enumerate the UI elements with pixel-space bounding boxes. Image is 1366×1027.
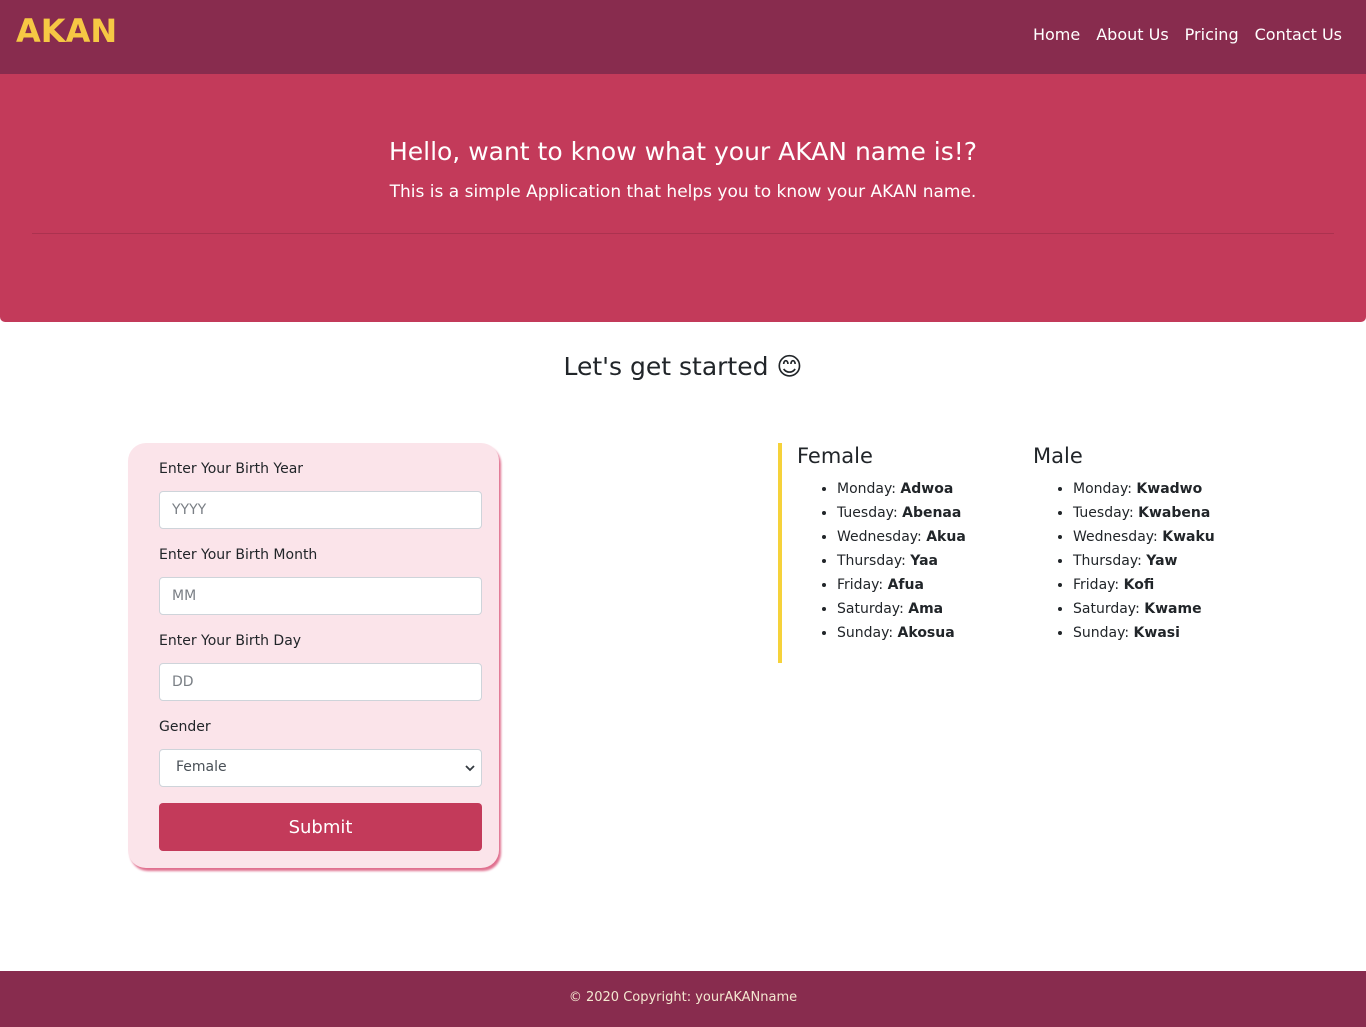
akan-name: Yaw [1146,553,1178,569]
akan-name: Afua [887,577,924,593]
gender-selected-value: Female [176,759,227,775]
list-item: Friday: Afua [837,573,966,597]
day-label: Saturday: [837,601,904,617]
akan-name: Kwabena [1138,505,1211,521]
day-label: Saturday: [1073,601,1140,617]
birth-year-input[interactable] [159,491,482,529]
birth-month-label: Enter Your Birth Month [159,547,318,563]
nav-link-contact-us[interactable]: Contact Us [1255,25,1342,44]
akan-name: Kwaku [1162,529,1215,545]
gender-select[interactable]: Female [159,749,482,787]
day-label: Monday: [837,481,896,497]
list-item: Monday: Adwoa [837,477,966,501]
list-item: Tuesday: Abenaa [837,501,966,525]
list-item: Thursday: Yaa [837,549,966,573]
female-heading: Female [797,444,873,468]
birth-day-input[interactable] [159,663,482,701]
day-label: Monday: [1073,481,1132,497]
list-item: Sunday: Kwasi [1073,621,1215,645]
akan-name: Yaa [910,553,938,569]
hero-divider [32,233,1334,234]
birth-month-input[interactable] [159,577,482,615]
list-item: Saturday: Kwame [1073,597,1215,621]
akan-name: Adwoa [900,481,954,497]
hero-banner: Hello, want to know what your AKAN name … [0,74,1366,322]
list-item: Monday: Kwadwo [1073,477,1215,501]
section-title: Let's get started 😊 [563,352,803,381]
footer: © 2020 Copyright: yourAKANname [0,971,1366,1027]
submit-button[interactable]: Submit [159,803,482,851]
nav-link-home[interactable]: Home [1033,25,1080,44]
akan-name: Abenaa [902,505,962,521]
akan-name: Kofi [1123,577,1155,593]
day-label: Wednesday: [1073,529,1158,545]
gender-label: Gender [159,719,211,735]
list-item: Saturday: Ama [837,597,966,621]
day-label: Tuesday: [837,505,898,521]
akan-name: Ama [908,601,944,617]
nav-links: Home About Us Pricing Contact Us [1033,25,1342,44]
akan-name: Akua [926,529,966,545]
day-label: Thursday: [837,553,906,569]
list-item: Thursday: Yaw [1073,549,1215,573]
male-heading: Male [1033,444,1083,468]
list-item: Friday: Kofi [1073,573,1215,597]
male-names-column: Male Monday: Kwadwo Tuesday: Kwabena Wed… [1033,443,1215,645]
list-item: Wednesday: Akua [837,525,966,549]
list-item: Wednesday: Kwaku [1073,525,1215,549]
brand-logo[interactable]: AKAN [16,12,117,50]
chevron-down-icon [465,765,475,772]
footer-copyright: © 2020 Copyright: yourAKANname [568,990,798,1005]
list-item: Sunday: Akosua [837,621,966,645]
birth-day-label: Enter Your Birth Day [159,633,302,649]
akan-name: Kwasi [1133,625,1180,641]
akan-name: Kwame [1144,601,1202,617]
nav-link-pricing[interactable]: Pricing [1185,25,1239,44]
birth-year-label: Enter Your Birth Year [159,461,304,477]
navbar: AKAN Home About Us Pricing Contact Us [0,0,1366,74]
male-names-list: Monday: Kwadwo Tuesday: Kwabena Wednesda… [1033,477,1215,645]
female-names-list: Monday: Adwoa Tuesday: Abenaa Wednesday:… [797,477,966,645]
female-names-column: Female Monday: Adwoa Tuesday: Abenaa Wed… [797,443,966,645]
day-label: Sunday: [837,625,894,641]
hero-subtitle: This is a simple Application that helps … [389,182,977,202]
hero-title: Hello, want to know what your AKAN name … [388,137,978,166]
day-label: Thursday: [1073,553,1142,569]
day-label: Tuesday: [1073,505,1134,521]
day-label: Sunday: [1073,625,1130,641]
day-label: Wednesday: [837,529,922,545]
day-label: Friday: [837,577,884,593]
birth-form-card: Enter Your Birth Year Enter Your Birth M… [128,443,499,868]
nav-link-about-us[interactable]: About Us [1096,25,1168,44]
akan-names-list: Female Monday: Adwoa Tuesday: Abenaa Wed… [778,443,1238,663]
list-item: Tuesday: Kwabena [1073,501,1215,525]
day-label: Friday: [1073,577,1120,593]
akan-name: Akosua [897,625,955,641]
akan-name: Kwadwo [1136,481,1203,497]
